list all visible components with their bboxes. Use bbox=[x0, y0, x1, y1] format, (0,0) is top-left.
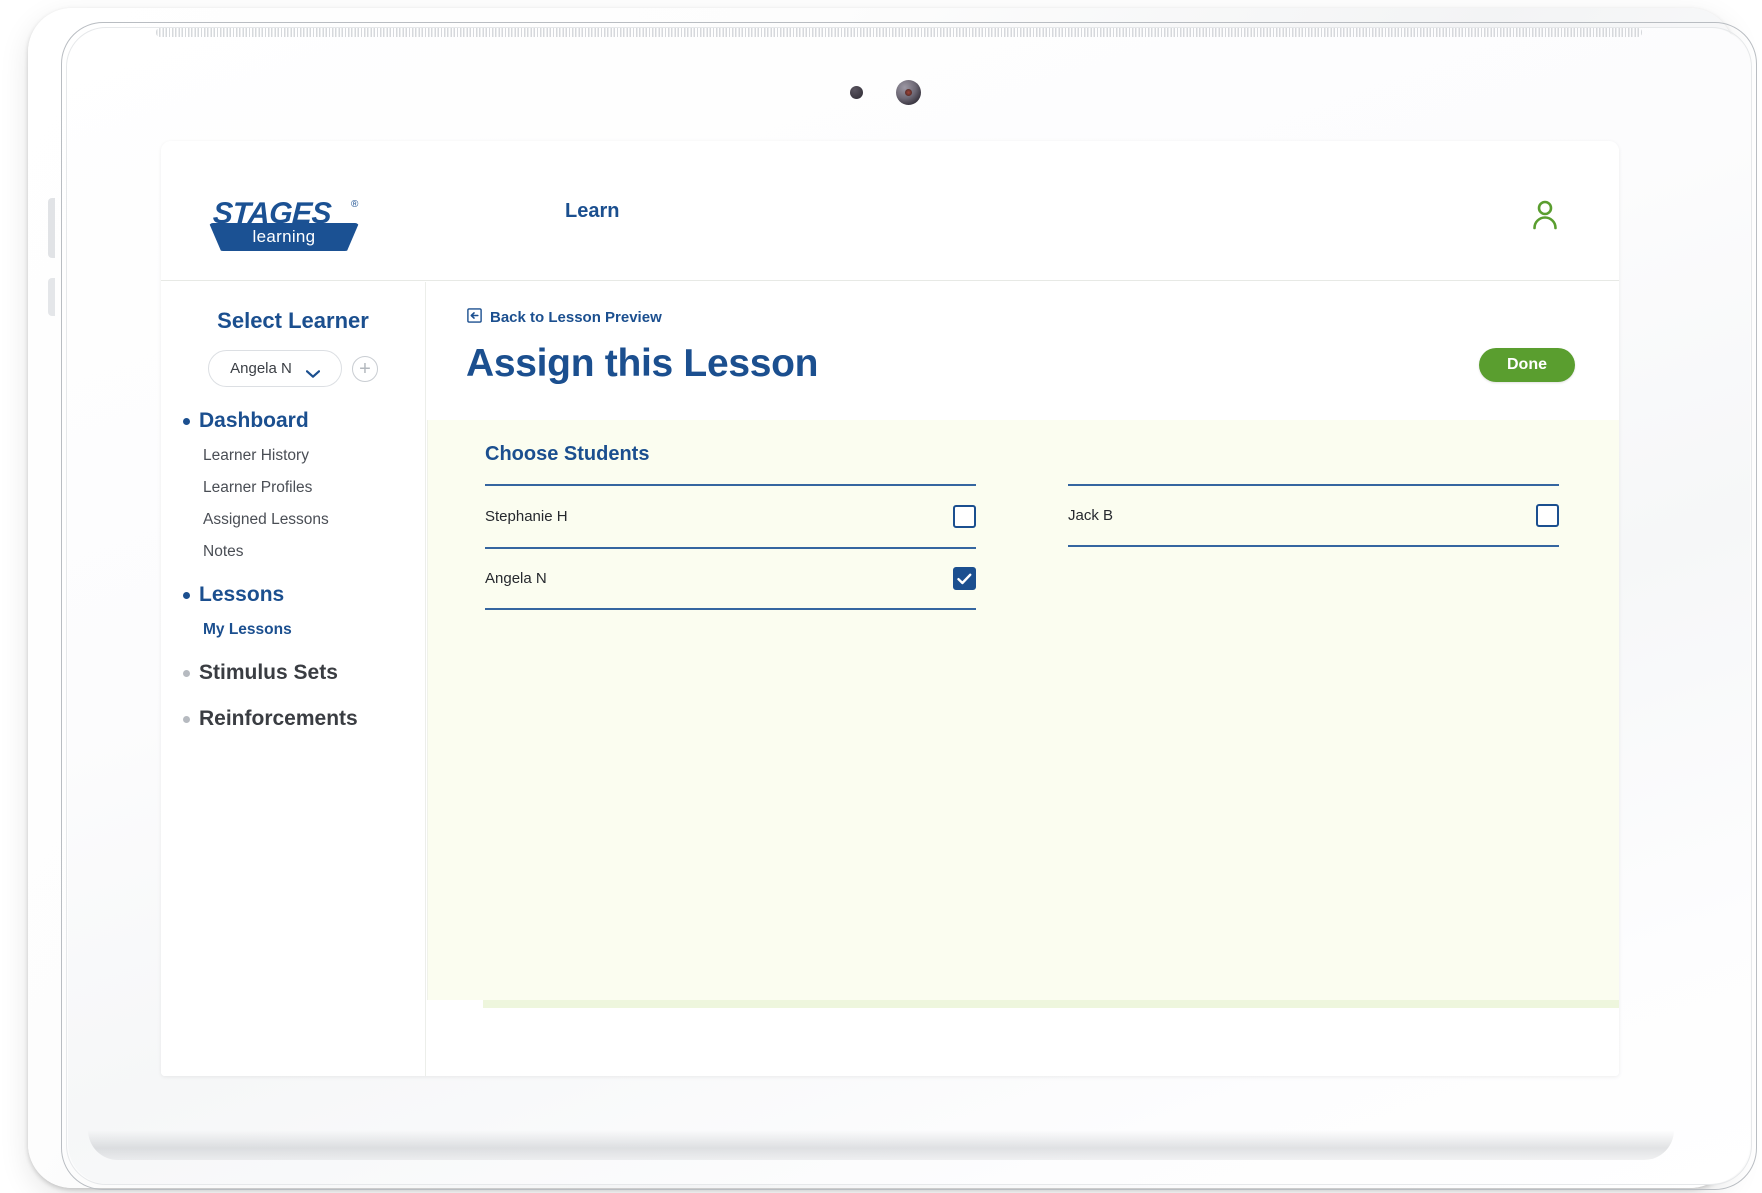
sidebar-item-learner-history[interactable]: Learner History bbox=[161, 447, 425, 465]
back-arrow-box-icon bbox=[467, 308, 482, 327]
student-name: Angela N bbox=[485, 570, 547, 587]
user-icon[interactable] bbox=[1529, 197, 1561, 231]
student-row[interactable]: Stephanie H bbox=[485, 484, 976, 547]
sidebar-item-reinforcements[interactable]: Reinforcements bbox=[161, 707, 425, 731]
volume-button[interactable] bbox=[48, 198, 55, 258]
assign-lesson-panel: Choose Students Stephanie H Jack B Angel… bbox=[427, 420, 1619, 1000]
student-name: Stephanie H bbox=[485, 508, 568, 525]
learner-select-value: Angela N bbox=[230, 360, 292, 377]
sidebar-title: Select Learner bbox=[217, 308, 369, 333]
device-bottom-shadow bbox=[88, 1130, 1674, 1160]
bullet-icon bbox=[183, 715, 190, 723]
add-learner-button[interactable]: + bbox=[352, 355, 378, 382]
sidebar-item-stimulus-sets-label: Stimulus Sets bbox=[199, 661, 338, 684]
main-content: Back to Lesson Preview Assign this Lesso… bbox=[426, 282, 1619, 1076]
sidebar-group-dashboard: Dashboard Learner History Learner Profil… bbox=[161, 409, 425, 561]
learner-select-dropdown[interactable]: Angela N bbox=[208, 350, 342, 387]
back-to-lesson-preview-link[interactable]: Back to Lesson Preview bbox=[467, 308, 662, 327]
sidebar-item-assigned-lessons[interactable]: Assigned Lessons bbox=[161, 511, 425, 529]
logo-registered-mark: ® bbox=[351, 199, 359, 210]
student-checkbox[interactable] bbox=[953, 567, 976, 590]
sidebar-item-lessons-label: Lessons bbox=[199, 583, 285, 606]
tablet-device-frame: STAGES ® learning Learn Select Learner A… bbox=[28, 8, 1757, 1190]
sidebar-item-dashboard-label: Dashboard bbox=[199, 409, 309, 432]
sidebar-item-learner-profiles[interactable]: Learner Profiles bbox=[161, 479, 425, 497]
sidebar-item-notes[interactable]: Notes bbox=[161, 543, 425, 561]
choose-students-title: Choose Students bbox=[485, 443, 650, 465]
empty-grid-cell bbox=[1068, 547, 1559, 610]
app-body: Select Learner Angela N + Dashboard Lear… bbox=[161, 282, 1619, 1076]
learner-selector-row: Angela N + bbox=[161, 350, 425, 387]
sidebar-item-lessons[interactable]: Lessons bbox=[161, 583, 425, 607]
sidebar-item-my-lessons[interactable]: My Lessons bbox=[161, 621, 425, 639]
tab-learn-label: Learn bbox=[565, 199, 620, 222]
tab-learn[interactable]: Learn bbox=[559, 141, 625, 281]
stages-learning-logo[interactable]: STAGES ® learning bbox=[209, 197, 377, 251]
logo-subtext: learning bbox=[252, 227, 316, 246]
student-row[interactable]: Angela N bbox=[485, 547, 976, 610]
camera-lens-icon bbox=[896, 80, 921, 105]
sidebar-item-stimulus-sets[interactable]: Stimulus Sets bbox=[161, 661, 425, 685]
speaker-grille bbox=[156, 28, 1642, 37]
power-button[interactable] bbox=[48, 278, 55, 316]
chevron-down-icon bbox=[305, 365, 320, 378]
sidebar: Select Learner Angela N + Dashboard Lear… bbox=[161, 282, 426, 1076]
back-link-label: Back to Lesson Preview bbox=[490, 309, 662, 326]
sidebar-group-stimulus-sets: Stimulus Sets bbox=[161, 661, 425, 685]
sidebar-group-reinforcements: Reinforcements bbox=[161, 707, 425, 731]
bullet-icon bbox=[183, 669, 190, 677]
plus-icon: + bbox=[359, 357, 371, 380]
student-checkbox[interactable] bbox=[1536, 504, 1559, 527]
student-checkbox[interactable] bbox=[953, 505, 976, 528]
bullet-icon bbox=[183, 417, 190, 425]
page-title: Assign this Lesson bbox=[466, 342, 819, 385]
app-page: STAGES ® learning Learn Select Learner A… bbox=[161, 141, 1619, 1076]
sidebar-item-dashboard[interactable]: Dashboard bbox=[161, 409, 425, 433]
panel-bottom-strip bbox=[483, 1000, 1619, 1008]
sidebar-item-reinforcements-label: Reinforcements bbox=[199, 707, 358, 730]
sensor-dot-icon bbox=[850, 86, 863, 99]
student-name: Jack B bbox=[1068, 507, 1114, 524]
done-button[interactable]: Done bbox=[1479, 348, 1575, 382]
student-row[interactable]: Jack B bbox=[1068, 484, 1559, 547]
students-grid: Stephanie H Jack B Angela N bbox=[485, 484, 1559, 610]
sidebar-group-lessons: Lessons My Lessons bbox=[161, 583, 425, 639]
bullet-icon bbox=[183, 591, 190, 599]
app-header: STAGES ® learning Learn bbox=[161, 141, 1619, 281]
